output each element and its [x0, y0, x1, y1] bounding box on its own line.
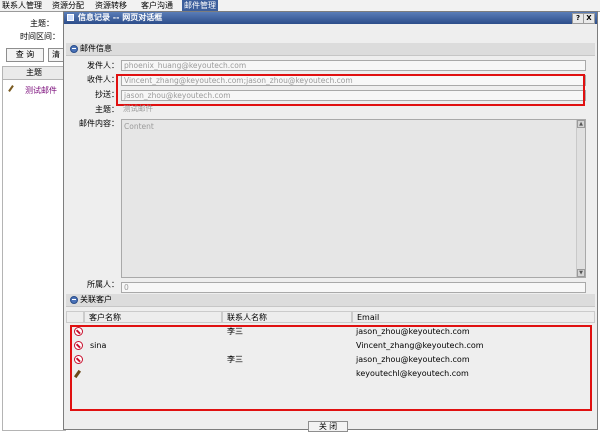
highlight-box-customers	[70, 325, 592, 411]
sender-field[interactable]: phoenix_huang@keyoutech.com	[121, 60, 586, 71]
bg-query-button[interactable]: 查 询	[6, 48, 44, 62]
content-textarea[interactable]: Content ▲ ▼	[121, 119, 586, 278]
collapse-icon[interactable]	[70, 296, 78, 304]
close-icon[interactable]: X	[583, 13, 595, 24]
highlight-box-recipients	[116, 74, 585, 106]
dialog-title: 信息记录 -- 网页对话框	[78, 13, 163, 22]
bg-list-item[interactable]: 测试邮件	[25, 85, 57, 96]
owner-field[interactable]: 0	[121, 282, 586, 293]
customers-section-header[interactable]: 关联客户	[66, 294, 595, 307]
bg-clear-button[interactable]: 清	[48, 48, 64, 62]
table-header-email[interactable]: Email	[352, 311, 595, 323]
scroll-up-icon[interactable]: ▲	[577, 120, 585, 128]
customers-title: 关联客户	[80, 295, 112, 304]
bg-time-label: 时间区间：	[20, 32, 60, 41]
menu-contacts[interactable]: 联系人管理	[0, 0, 44, 11]
subject-field[interactable]: 测试邮件	[121, 104, 586, 115]
bg-list-header: 主题	[2, 66, 66, 80]
sender-label: 发件人：	[87, 61, 119, 70]
content-text: Content	[124, 122, 154, 131]
menu-mail-management[interactable]: 邮件管理	[182, 0, 218, 11]
scroll-down-icon[interactable]: ▼	[577, 269, 585, 277]
collapse-icon[interactable]	[70, 45, 78, 53]
close-button[interactable]: 关 闭	[308, 421, 348, 432]
content-scrollbar[interactable]: ▲ ▼	[576, 120, 585, 277]
cc-label: 抄送：	[95, 90, 119, 99]
dialog-titlebar: 信息记录 -- 网页对话框 ? X	[64, 12, 597, 24]
bg-mail-list	[2, 66, 66, 431]
owner-label: 所属人：	[87, 280, 119, 289]
menu-customer-communication[interactable]: 客户沟通	[139, 0, 175, 11]
window-icon	[67, 14, 74, 21]
content-label: 邮件内容：	[79, 119, 119, 128]
subject-label: 主题：	[95, 105, 119, 114]
mail-info-title: 邮件信息	[80, 44, 112, 53]
menu-resource-allocation[interactable]: 资源分配	[50, 0, 86, 11]
table-header-customer[interactable]: 客户名称	[84, 311, 222, 323]
table-header-icon	[66, 311, 84, 323]
table-header-contact[interactable]: 联系人名称	[222, 311, 352, 323]
info-dialog: 信息记录 -- 网页对话框 ? X 邮件信息 发件人： phoenix_huan…	[63, 11, 598, 432]
recipient-label: 收件人：	[87, 75, 119, 84]
bg-subject-label: 主题：	[30, 19, 54, 28]
menu-resource-transfer[interactable]: 资源转移	[93, 0, 129, 11]
mail-info-section-header[interactable]: 邮件信息	[66, 43, 595, 56]
